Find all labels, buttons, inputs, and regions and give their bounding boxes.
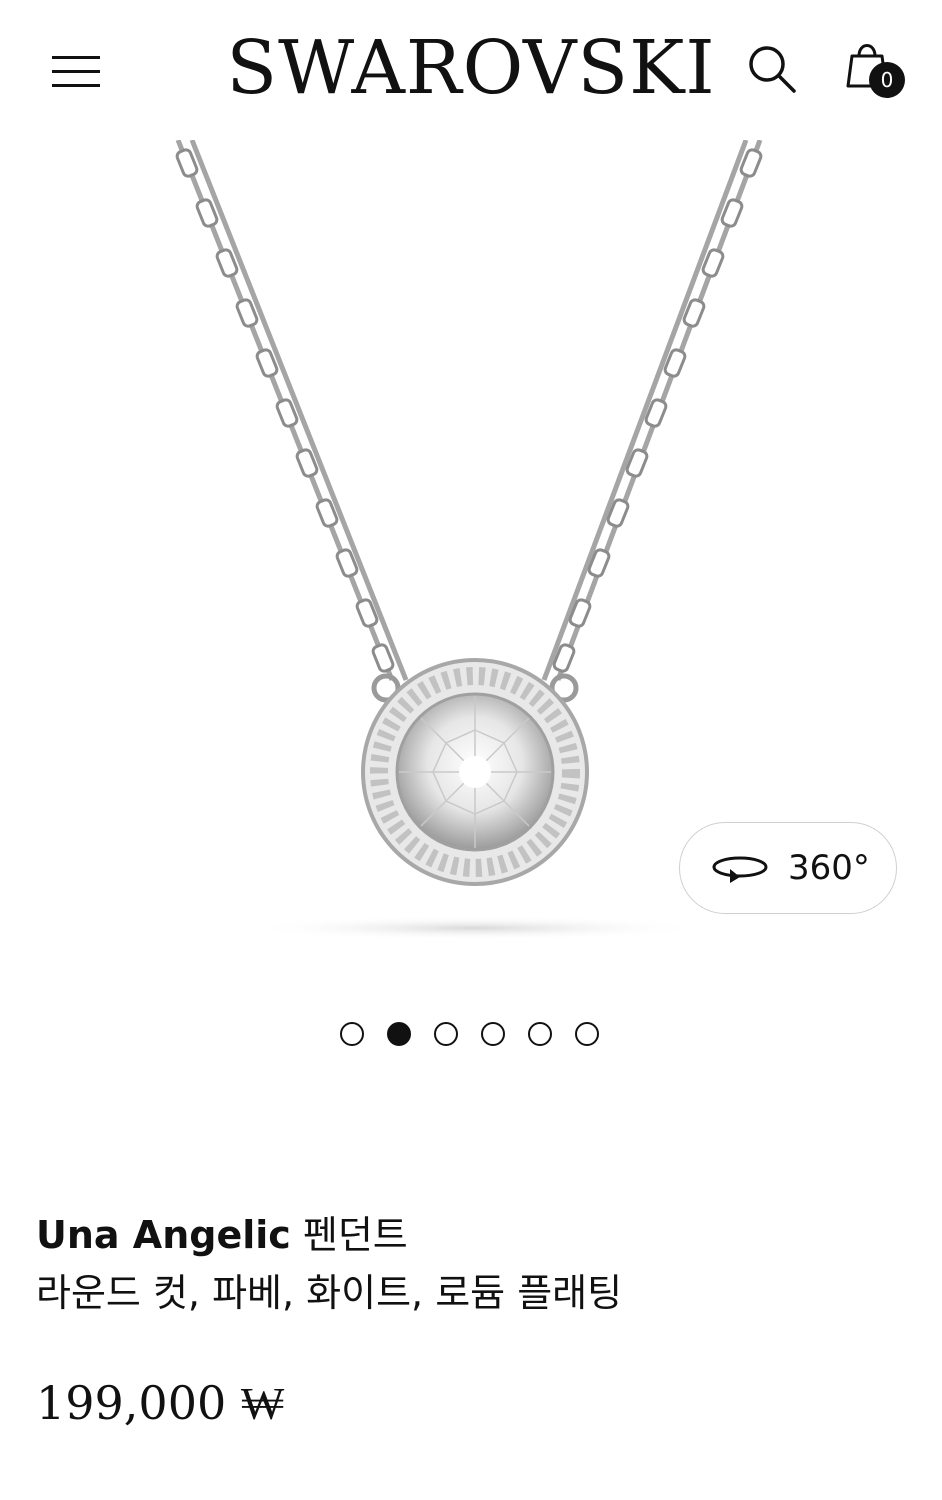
cart-count-badge: 0 (869, 62, 905, 98)
product-name: Una Angelic (36, 1213, 291, 1257)
search-icon[interactable] (744, 40, 800, 96)
product-description: 라운드 컷, 파베, 화이트, 로듐 플래팅 (36, 1271, 623, 1315)
view-360-label: 360° (788, 848, 870, 888)
gallery-dot-2[interactable] (387, 1022, 411, 1046)
product-price: 199,000 ₩ (36, 1376, 285, 1430)
hamburger-menu-icon[interactable] (48, 50, 104, 92)
product-title: Una Angelic 펜던트 (36, 1204, 408, 1259)
gallery-dot-5[interactable] (528, 1022, 552, 1046)
gallery-dot-1[interactable] (340, 1022, 364, 1046)
brand-logo[interactable]: SWAROVSKI (226, 25, 715, 111)
view-360-button[interactable]: 360° (679, 822, 897, 914)
gallery-dot-6[interactable] (575, 1022, 599, 1046)
gallery-dot-4[interactable] (481, 1022, 505, 1046)
product-type: 펜던트 (302, 1213, 408, 1257)
site-header: SWAROVSKI 0 (0, 0, 942, 140)
pendant (361, 658, 589, 886)
rotate-360-icon (712, 856, 768, 883)
gallery-dot-3[interactable] (434, 1022, 458, 1046)
